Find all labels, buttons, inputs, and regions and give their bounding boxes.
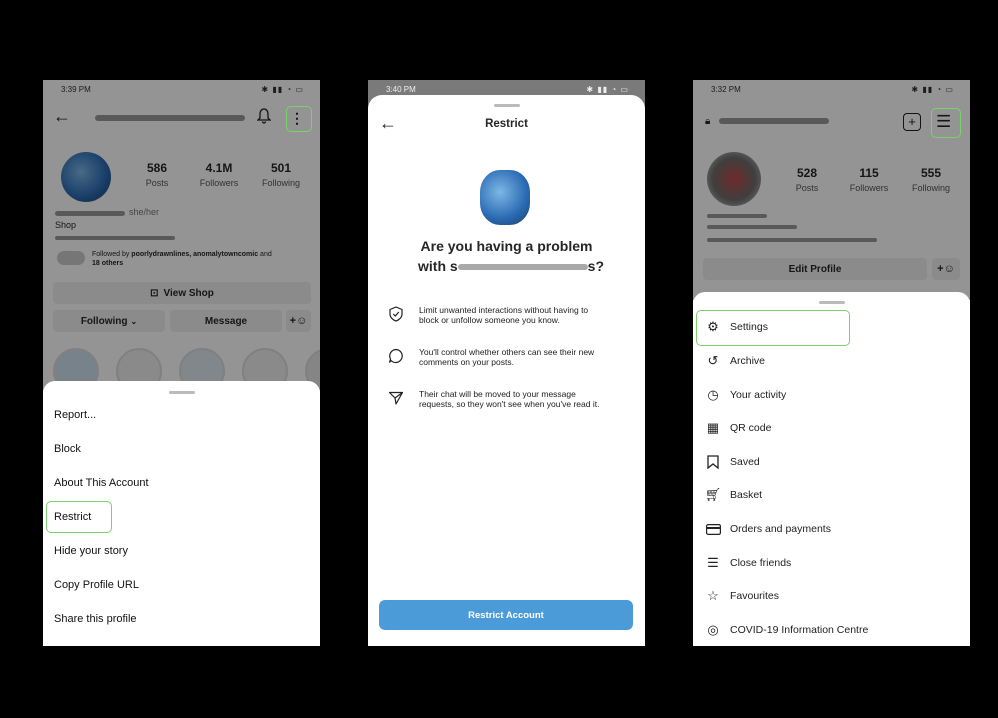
status-bar: 3:39 PM ✱ ▮▮ ◔ ▭	[43, 80, 320, 98]
status-bar: 3:32 PM ✱ ▮▮ ◔ ▭	[693, 80, 970, 98]
back-arrow-icon[interactable]: ←	[53, 106, 71, 127]
stat-following-label[interactable]: Following	[901, 183, 961, 193]
menu-item-orders-payments[interactable]: Orders and payments	[705, 519, 831, 539]
menu-item-qr-code[interactable]: ▦ QR code	[705, 418, 772, 438]
stat-posts-value: 586	[146, 161, 168, 175]
bell-icon[interactable]	[256, 108, 272, 127]
profile-username-redacted[interactable]	[719, 118, 829, 124]
qr-code-icon: ▦	[706, 420, 720, 435]
stat-followers-value[interactable]: 4.1M	[189, 161, 249, 175]
activity-icon: ◷	[707, 387, 719, 402]
cart-icon: 🛒︎	[704, 487, 722, 502]
followed-by-text[interactable]: Followed by poorlydrawnlines, anomalytow…	[92, 250, 312, 268]
status-time: 3:39 PM	[61, 85, 91, 94]
username-redacted	[457, 264, 588, 271]
list-icon: ☰	[707, 555, 719, 570]
status-icons: ✱ ▮▮ ◔ ▭	[911, 85, 954, 94]
question-line-2: with s s?	[418, 258, 605, 274]
status-icons: ✱ ▮▮ ◔ ▭	[586, 85, 629, 94]
message-button[interactable]: Message	[170, 310, 282, 332]
display-name-redacted	[707, 214, 767, 218]
menu-item-copy-url[interactable]: Copy Profile URL	[54, 579, 139, 591]
menu-item-share-profile[interactable]: Share this profile	[54, 613, 137, 625]
stat-posts-label: Posts	[795, 183, 819, 193]
screenshot-own-profile-menu: 3:32 PM ✱ ▮▮ ◔ ▭ 🔒︎ + ☰ 528 Posts 115 Fo…	[693, 80, 970, 646]
stat-followers-label[interactable]: Followers	[189, 178, 249, 188]
question-line-1: Are you having a problem	[420, 238, 593, 254]
following-button[interactable]: Following ⌄	[53, 310, 165, 332]
stat-following-value[interactable]: 501	[251, 161, 311, 175]
sheet-handle[interactable]	[493, 104, 520, 107]
menu-item-restrict[interactable]: Restrict	[54, 511, 91, 523]
profile-menu-sheet: ⚙︎ Settings ↺ Archive ◷ Your activity ▦ QR c…	[693, 292, 970, 646]
add-person-icon[interactable]: +☺	[932, 258, 960, 280]
status-icons: ✱ ▮▮ ◔ ▭	[261, 85, 304, 94]
bio-line-redacted	[707, 238, 877, 242]
archive-icon: ↺	[707, 353, 719, 368]
shop-icon: ⊡	[150, 287, 159, 299]
covid-info-icon: ◎	[707, 622, 719, 637]
menu-item-close-friends[interactable]: ☰ Close friends	[705, 553, 791, 573]
create-post-icon[interactable]: +	[903, 113, 921, 131]
add-person-icon[interactable]: +☺	[286, 310, 311, 332]
menu-item-settings[interactable]: ⚙︎ Settings	[705, 317, 768, 337]
view-shop-button[interactable]: ⊡ View Shop	[53, 282, 311, 304]
highlight-box-more-options	[286, 106, 312, 132]
settings-icon: ⚙︎	[707, 319, 719, 334]
menu-item-report[interactable]: Report...	[54, 409, 96, 421]
star-icon: ☆	[707, 588, 719, 603]
shop-label: Shop	[55, 220, 77, 230]
status-time: 3:32 PM	[711, 85, 741, 94]
profile-background: 3:39 PM ✱ ▮▮ ◔ ▭ ← ⋮ 586 Posts 4.1M Foll…	[43, 80, 320, 394]
paper-plane-icon	[388, 390, 404, 406]
chevron-down-icon: ⌄	[130, 316, 138, 326]
shield-check-icon	[388, 306, 404, 322]
menu-item-favourites[interactable]: ☆ Favourites	[705, 586, 779, 606]
dim-overlay	[43, 80, 320, 390]
bio-redacted	[707, 225, 797, 229]
bookmark-icon	[705, 454, 721, 470]
sheet-title: Restrict	[485, 118, 528, 130]
restrict-sheet: ← Restrict Are you having a problem with…	[368, 95, 645, 646]
menu-item-archive[interactable]: ↺ Archive	[705, 351, 765, 371]
menu-item-saved[interactable]: Saved	[705, 452, 760, 472]
sheet-handle[interactable]	[168, 391, 195, 394]
profile-background: 3:32 PM ✱ ▮▮ ◔ ▭ 🔒︎ + ☰ 528 Posts 115 Fo…	[693, 80, 970, 300]
menu-item-your-activity[interactable]: ◷ Your activity	[705, 385, 786, 405]
avatar[interactable]	[707, 152, 761, 206]
comment-bubble-icon	[388, 348, 404, 364]
action-sheet: Report... Block About This Account Restr…	[43, 381, 320, 646]
screenshot-profile-menu: 3:39 PM ✱ ▮▮ ◔ ▭ ← ⋮ 586 Posts 4.1M Foll…	[43, 80, 320, 646]
stat-following-label[interactable]: Following	[251, 178, 311, 188]
highlight-box-hamburger	[931, 108, 961, 138]
menu-item-covid-info[interactable]: ◎ COVID-19 Information Centre	[705, 620, 868, 640]
screenshot-restrict-sheet: 3:40 PM ✱ ▮▮ ◔ ▭ ← Restrict Are you havi…	[368, 80, 645, 646]
bio-redacted	[55, 236, 175, 240]
menu-item-block[interactable]: Block	[54, 443, 81, 455]
followers-avatars	[57, 251, 85, 265]
lock-icon: 🔒︎	[705, 116, 711, 127]
sheet-handle[interactable]	[818, 301, 845, 304]
card-icon	[705, 521, 721, 537]
profile-username-redacted	[95, 115, 245, 121]
stat-followers-value[interactable]: 115	[839, 166, 899, 180]
stat-posts-value: 528	[796, 166, 818, 180]
stat-followers-label[interactable]: Followers	[839, 183, 899, 193]
display-name-redacted	[55, 211, 125, 216]
menu-item-basket[interactable]: 🛒︎ Basket	[705, 485, 762, 505]
menu-item-hide-story[interactable]: Hide your story	[54, 545, 128, 557]
stat-following-value[interactable]: 555	[901, 166, 961, 180]
status-time: 3:40 PM	[386, 85, 416, 94]
edit-profile-button[interactable]: Edit Profile	[703, 258, 927, 280]
avatar	[61, 152, 111, 202]
pronouns: she/her	[129, 207, 160, 217]
profile-picture	[480, 170, 530, 225]
stat-posts-label: Posts	[145, 178, 169, 188]
restrict-account-button[interactable]: Restrict Account	[379, 600, 633, 630]
menu-item-about-account[interactable]: About This Account	[54, 477, 149, 489]
